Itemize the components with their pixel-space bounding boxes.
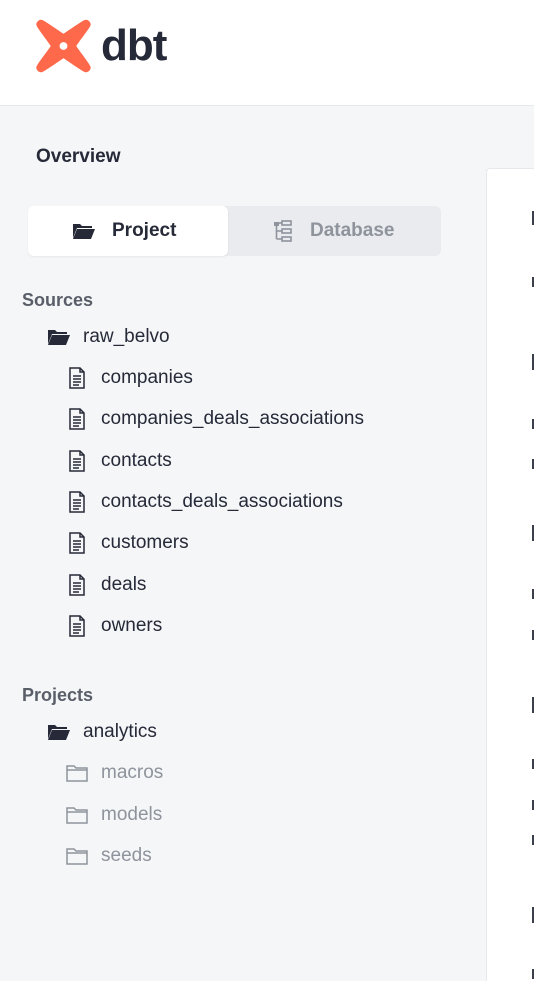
- tree-item-label: deals: [101, 574, 147, 595]
- tree-folder-models[interactable]: models: [66, 804, 162, 826]
- sources-section-title: Sources: [22, 290, 94, 310]
- tab-database-label: Database: [310, 220, 395, 241]
- top-header: dbt: [0, 0, 534, 106]
- tree-item-label: companies: [101, 367, 193, 388]
- folder-open-icon: [46, 328, 72, 346]
- tree-icon: [274, 220, 292, 242]
- tree-item-contacts[interactable]: contacts: [66, 450, 172, 472]
- tab-project[interactable]: Project: [28, 206, 228, 256]
- tree-item-label: contacts: [101, 450, 172, 471]
- folder-icon: [66, 847, 88, 865]
- tree-item-contacts-deals-associations[interactable]: contacts_deals_associations: [66, 491, 343, 513]
- brand-name: dbt: [101, 21, 167, 70]
- tab-database[interactable]: Database: [228, 206, 441, 256]
- tree-item-customers[interactable]: customers: [66, 532, 189, 554]
- folder-icon: [66, 764, 88, 782]
- tree-item-label: companies_deals_associations: [101, 408, 364, 429]
- tree-item-owners[interactable]: owners: [66, 615, 162, 637]
- folder-icon: [66, 806, 88, 824]
- document-icon: [66, 615, 88, 637]
- view-switcher: Project Database: [28, 206, 441, 256]
- tree-folder-label: raw_belvo: [83, 326, 170, 347]
- document-icon: [66, 574, 88, 596]
- dbt-logo[interactable]: dbt: [35, 18, 167, 74]
- tab-project-label: Project: [112, 220, 177, 241]
- tree-folder-macros[interactable]: macros: [66, 762, 163, 784]
- tree-item-label: models: [101, 804, 163, 825]
- tree-item-label: seeds: [101, 845, 152, 866]
- tree-folder-label: analytics: [83, 721, 157, 742]
- tree-item-label: macros: [101, 762, 164, 783]
- tree-item-label: owners: [101, 615, 163, 636]
- tree-item-label: contacts_deals_associations: [101, 491, 343, 512]
- tree-item-deals[interactable]: deals: [66, 574, 146, 596]
- tree-folder-raw-belvo[interactable]: raw_belvo: [46, 326, 170, 348]
- tree-item-companies[interactable]: companies: [66, 367, 193, 389]
- document-icon: [66, 532, 88, 554]
- tree-item-label: customers: [101, 532, 189, 553]
- dbt-logo-icon: [36, 19, 91, 73]
- tree-item-companies-deals-associations[interactable]: companies_deals_associations: [66, 408, 364, 430]
- sidebar-title: Overview: [36, 146, 121, 167]
- document-icon: [66, 408, 88, 430]
- folder-open-icon: [46, 723, 72, 741]
- main-content-panel: [486, 168, 534, 981]
- projects-section-title: Projects: [22, 685, 94, 705]
- document-icon: [66, 450, 88, 472]
- tree-folder-analytics[interactable]: analytics: [46, 721, 157, 743]
- document-icon: [66, 491, 88, 513]
- tree-folder-seeds[interactable]: seeds: [66, 845, 152, 867]
- document-icon: [66, 367, 88, 389]
- folder-open-icon: [73, 224, 95, 239]
